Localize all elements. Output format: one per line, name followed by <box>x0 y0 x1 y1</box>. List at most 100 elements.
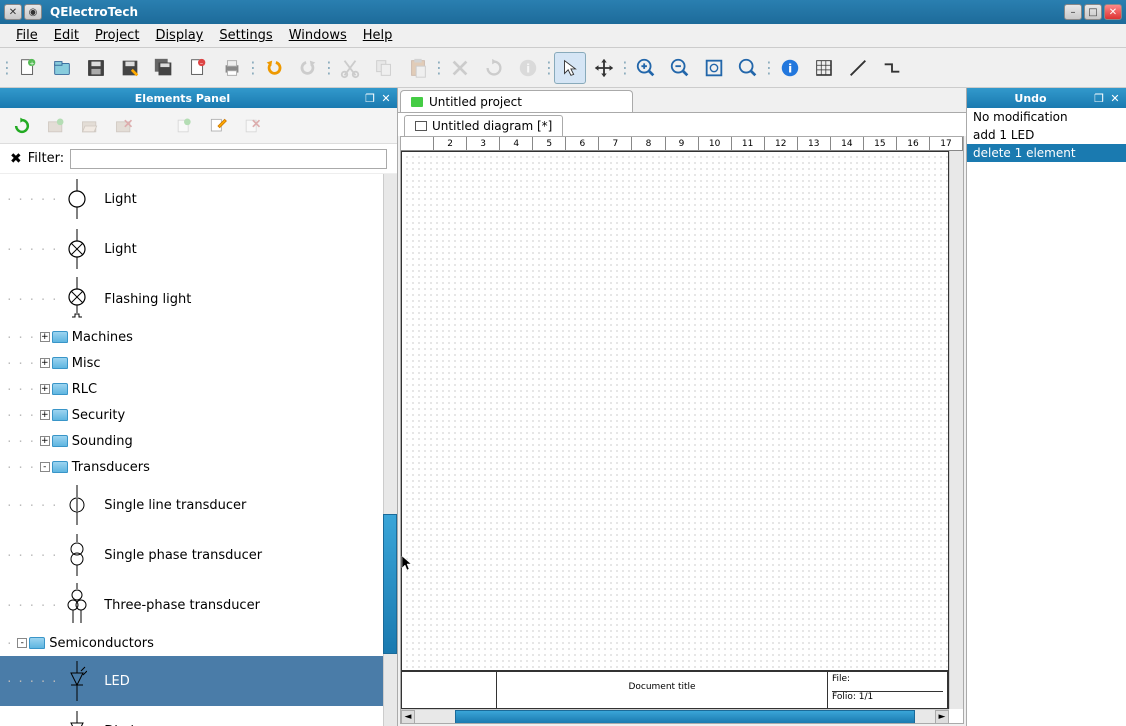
menu-project[interactable]: Project <box>87 26 147 45</box>
menu-file[interactable]: File <box>8 26 46 45</box>
open-category-button[interactable] <box>76 112 104 140</box>
tree-expander-icon[interactable]: + <box>40 358 50 368</box>
tree-folder[interactable]: · -Semiconductors <box>0 630 383 656</box>
project-tabs: Untitled project <box>400 90 966 112</box>
menu-edit[interactable]: Edit <box>46 26 87 45</box>
window-sticky-icon[interactable]: ◉ <box>24 4 42 20</box>
tree-element[interactable]: · · · · · Flashing light <box>0 274 383 324</box>
panel-float-icon[interactable]: ❐ <box>363 91 377 105</box>
zoom-fit-button[interactable] <box>698 52 730 84</box>
scroll-left-icon[interactable]: ◄ <box>401 710 415 724</box>
scroll-right-icon[interactable]: ► <box>935 710 949 724</box>
menu-windows[interactable]: Windows <box>281 26 355 45</box>
diagram-canvas[interactable]: Document title File: Folio: 1/1 <box>401 151 949 709</box>
save-all-button[interactable] <box>148 52 180 84</box>
tree-element[interactable]: · · · · · Light <box>0 224 383 274</box>
undo-list[interactable]: No modificationadd 1 LEDdelete 1 element <box>967 108 1126 726</box>
maximize-button[interactable]: □ <box>1084 4 1102 20</box>
tree-folder[interactable]: · · · +RLC <box>0 376 383 402</box>
tree-folder[interactable]: · · · +Misc <box>0 350 383 376</box>
tree-folder[interactable]: · · · +Machines <box>0 324 383 350</box>
new-category-button[interactable] <box>42 112 70 140</box>
zoom-in-button[interactable] <box>630 52 662 84</box>
tree-expander-icon[interactable]: + <box>40 332 50 342</box>
delete-element-button[interactable] <box>238 112 266 140</box>
tree-element[interactable]: · · · · · Single line transducer <box>0 480 383 530</box>
canvas-vscrollbar[interactable] <box>949 151 963 709</box>
canvas-hscrollbar[interactable]: ◄ ► <box>401 709 949 723</box>
delete-button[interactable] <box>444 52 476 84</box>
tree-expander-icon[interactable]: + <box>40 384 50 394</box>
tree-folder[interactable]: · · · -Transducers <box>0 454 383 480</box>
cut-button[interactable] <box>334 52 366 84</box>
tree-folder[interactable]: · · · +Security <box>0 402 383 428</box>
tree-element[interactable]: · · · · · Light <box>0 174 383 224</box>
menu-help[interactable]: Help <box>355 26 401 45</box>
tree-expander-icon[interactable]: - <box>40 462 50 472</box>
move-tool-button[interactable] <box>588 52 620 84</box>
svg-text:+: + <box>29 59 34 67</box>
edit-element-button[interactable] <box>204 112 232 140</box>
project-tab[interactable]: Untitled project <box>400 90 633 112</box>
save-button[interactable] <box>80 52 112 84</box>
grid-button[interactable] <box>808 52 840 84</box>
save-as-button[interactable] <box>114 52 146 84</box>
ruler-tick: 16 <box>897 137 930 150</box>
undo-panel-header[interactable]: Undo ❐ ✕ <box>967 88 1126 108</box>
line-tool-button[interactable] <box>842 52 874 84</box>
canvas-viewport[interactable]: 234567891011121314151617 Document title … <box>400 136 964 724</box>
tree-element[interactable]: · · · · · LED <box>0 656 383 706</box>
panel-close-icon[interactable]: ✕ <box>379 91 393 105</box>
tree-expander-icon[interactable]: + <box>40 410 50 420</box>
tree-expander-icon[interactable]: - <box>17 638 27 648</box>
undo-item[interactable]: delete 1 element <box>967 144 1126 162</box>
step-line-tool-button[interactable] <box>876 52 908 84</box>
diagram-tab[interactable]: Untitled diagram [*] <box>404 115 563 136</box>
elements-panel-header[interactable]: Elements Panel ❐ ✕ <box>0 88 397 108</box>
filter-clear-icon[interactable]: ✖ <box>10 151 22 167</box>
undo-item[interactable]: add 1 LED <box>967 126 1126 144</box>
tree-element[interactable]: · · · · · Single phase transducer <box>0 530 383 580</box>
ruler-tick: 9 <box>666 137 699 150</box>
info-button[interactable]: i <box>512 52 544 84</box>
redo-button[interactable] <box>292 52 324 84</box>
new-element-button[interactable] <box>170 112 198 140</box>
tree-folder[interactable]: · · · +Sounding <box>0 428 383 454</box>
panel-close-icon[interactable]: ✕ <box>1108 91 1122 105</box>
open-button[interactable] <box>46 52 78 84</box>
tree-expander-icon[interactable]: + <box>40 436 50 446</box>
ruler-tick: 13 <box>798 137 831 150</box>
filter-input[interactable] <box>70 149 387 169</box>
minimize-button[interactable]: – <box>1064 4 1082 20</box>
paste-button[interactable] <box>402 52 434 84</box>
undo-item[interactable]: No modification <box>967 108 1126 126</box>
copy-button[interactable] <box>368 52 400 84</box>
panel-float-icon[interactable]: ❐ <box>1092 91 1106 105</box>
print-button[interactable] <box>216 52 248 84</box>
rotate-button[interactable] <box>478 52 510 84</box>
tree-element[interactable]: · · · · · Three-phase transducer <box>0 580 383 630</box>
close-project-button[interactable]: – <box>182 52 214 84</box>
zoom-reset-button[interactable] <box>732 52 764 84</box>
hscroll-thumb[interactable] <box>455 710 915 724</box>
diagram-area: Untitled project Untitled diagram [*] 23… <box>398 88 966 726</box>
about-button[interactable]: i <box>774 52 806 84</box>
ruler-tick: 17 <box>930 137 963 150</box>
folder-icon <box>52 357 68 369</box>
menu-display[interactable]: Display <box>147 26 211 45</box>
title-block-folio: Folio: 1/1 <box>832 692 943 702</box>
tree-scrollbar[interactable] <box>383 174 397 726</box>
zoom-out-button[interactable] <box>664 52 696 84</box>
menu-settings[interactable]: Settings <box>211 26 280 45</box>
ruler-tick: 10 <box>699 137 732 150</box>
elements-tree[interactable]: · · · · · Light· · · · · Light· · · · · … <box>0 174 397 726</box>
tree-element[interactable]: · · · · · Diode <box>0 706 383 726</box>
delete-category-button[interactable] <box>110 112 138 140</box>
select-tool-button[interactable] <box>554 52 586 84</box>
window-menu-icon[interactable]: ✕ <box>4 4 22 20</box>
close-button[interactable]: ✕ <box>1104 4 1122 20</box>
undo-button[interactable] <box>258 52 290 84</box>
reload-button[interactable] <box>8 112 36 140</box>
tree-scroll-thumb[interactable] <box>383 514 397 654</box>
new-file-button[interactable]: + <box>12 52 44 84</box>
